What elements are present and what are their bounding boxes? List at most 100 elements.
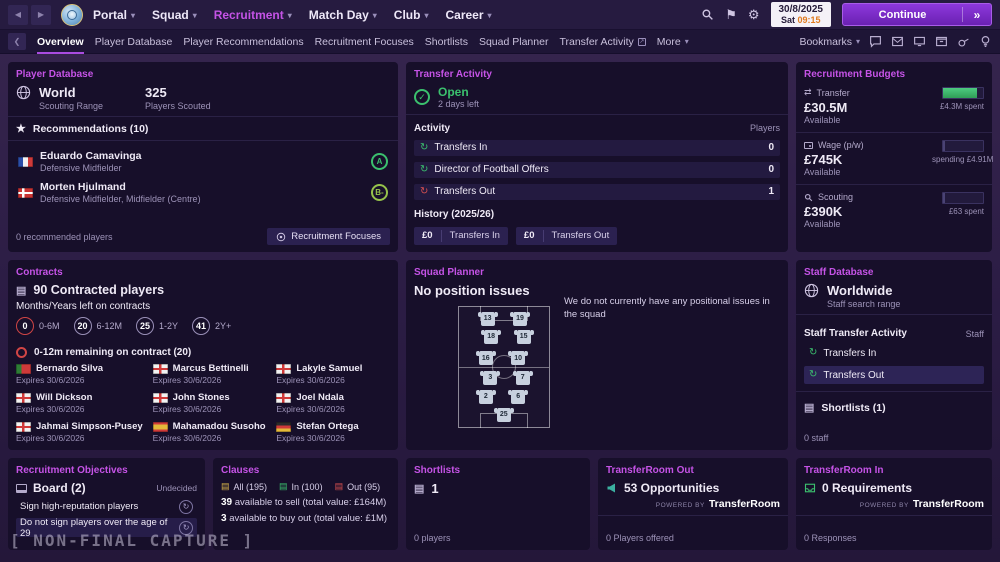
transferroom-logo: POWERED BY TransferRoom — [804, 498, 984, 510]
menu-match-day[interactable]: Match Day▾ — [309, 8, 377, 22]
staff-transfers-out-row[interactable]: ↻ Transfers Out — [804, 366, 984, 384]
search-icon[interactable] — [701, 8, 714, 21]
chat-icon[interactable] — [869, 35, 882, 48]
transfers-out-row[interactable]: ↻ Transfers Out 1 — [414, 184, 780, 200]
squad-shirt[interactable]: 16 — [479, 351, 493, 365]
archive-icon[interactable] — [935, 35, 948, 48]
opportunities-count[interactable]: 53 Opportunities — [624, 481, 719, 495]
menu-portal[interactable]: Portal▾ — [93, 8, 135, 22]
squad-shirt[interactable]: 25 — [497, 408, 511, 422]
squad-shirt[interactable]: 19 — [513, 312, 527, 326]
bucket-2y-plus[interactable]: 412Y+ — [192, 317, 231, 335]
squad-shirt[interactable]: 10 — [511, 351, 525, 365]
continue-button[interactable]: Continue » — [842, 3, 992, 26]
subnav-back-button[interactable]: ❮ — [8, 33, 26, 50]
budget-note: spending £4.91M — [932, 155, 984, 164]
history-forward-button[interactable]: ▶ — [31, 5, 51, 25]
chevron-down-icon: ▾ — [373, 11, 377, 20]
transfer-budget-section[interactable]: ⇄Transfer £30.5M Available £4.3M spent — [804, 85, 984, 127]
squad-shirt[interactable]: 3 — [483, 371, 497, 385]
menu-squad[interactable]: Squad▾ — [152, 8, 197, 22]
squad-shirt[interactable]: 6 — [511, 390, 525, 404]
shortlist-count[interactable]: 1 — [431, 481, 438, 496]
tab-overview[interactable]: Overview — [37, 30, 84, 54]
scope-value: World — [39, 85, 103, 100]
contract-player[interactable]: Will DicksonExpires 30/6/2026 — [16, 392, 143, 414]
tab-shortlists[interactable]: Shortlists — [425, 30, 468, 54]
squad-shirt[interactable]: 2 — [479, 390, 493, 404]
board-icon — [16, 484, 27, 493]
clauses-card: Clauses ▤All (195) ▤In (100) ▤Out (95) 3… — [213, 458, 398, 550]
flag-report-icon[interactable]: ⚑ — [725, 8, 737, 21]
shortlists-card: Shortlists ▤ 1 0 players — [406, 458, 590, 550]
players-offered: 0 Players offered — [606, 533, 780, 543]
squad-shirt[interactable]: 13 — [481, 312, 495, 326]
contract-player[interactable]: Mahamadou SusohoExpires 30/6/2026 — [153, 421, 267, 443]
staff-transfers-in-row[interactable]: ↻ Transfers In — [804, 344, 984, 362]
mail-icon[interactable] — [891, 35, 904, 48]
clauses-out-filter[interactable]: ▤Out (95) — [335, 481, 381, 492]
tab-player-recommendations[interactable]: Player Recommendations — [183, 30, 303, 54]
clauses-in-filter[interactable]: ▤In (100) — [279, 481, 323, 492]
bucket-0-6m[interactable]: 00-6M — [16, 317, 60, 335]
bookmarks-menu[interactable]: Bookmarks▾ — [799, 30, 860, 54]
tab-transfer-activity[interactable]: Transfer Activity↗ — [559, 30, 645, 54]
staff-search-range[interactable]: Worldwide Staff search range — [827, 283, 900, 309]
history-transfers-in-button[interactable]: £0 Transfers In — [414, 227, 508, 245]
contracts-card: Contracts ▤ 90 Contracted players Months… — [8, 260, 398, 450]
objective-row[interactable]: Sign high-reputation players ↻ — [16, 497, 197, 516]
nation-flag-icon — [16, 364, 31, 374]
refresh-icon[interactable]: ↻ — [179, 500, 193, 514]
tab-recruitment-focuses[interactable]: Recruitment Focuses — [315, 30, 414, 54]
transfer-out-icon: ↻ — [420, 187, 428, 197]
game-date[interactable]: 30/8/2025 Sat 09:15 — [771, 2, 832, 28]
chip-label: Out (95) — [347, 482, 380, 492]
recommended-player-row[interactable]: Morten Hjulmand Defensive Midfielder, Mi… — [16, 177, 390, 208]
squad-shirt[interactable]: 18 — [484, 330, 498, 344]
clauses-all-filter[interactable]: ▤All (195) — [221, 481, 267, 492]
contract-player[interactable]: Lakyle SamuelExpires 30/6/2026 — [276, 363, 390, 385]
contract-player[interactable]: Stefan OrtegaExpires 30/6/2026 — [276, 421, 390, 443]
contract-player[interactable]: Joel NdalaExpires 30/6/2026 — [276, 392, 390, 414]
recommended-player-row[interactable]: Eduardo Camavinga Defensive Midfielder A — [16, 146, 390, 177]
recruitment-focuses-button[interactable]: Recruitment Focuses — [267, 228, 390, 245]
tab-squad-planner[interactable]: Squad Planner — [479, 30, 548, 54]
contracts-sub-header: Months/Years left on contracts — [16, 301, 390, 312]
gear-icon[interactable]: ⚙ — [748, 8, 760, 21]
scouting-budget-section[interactable]: Scouting £390K Available £63 spent — [804, 190, 984, 231]
menu-recruitment[interactable]: Recruitment▾ — [214, 8, 292, 22]
scouting-range[interactable]: World Scouting Range — [39, 85, 103, 111]
chevron-down-icon: ▾ — [488, 11, 492, 20]
contract-player[interactable]: Jahmai Simpson-PuseyExpires 30/6/2026 — [16, 421, 143, 443]
contract-player[interactable]: Bernardo SilvaExpires 30/6/2026 — [16, 363, 143, 385]
staff-activity-header: Staff Transfer Activity — [804, 328, 907, 339]
window-status-sub: 2 days left — [438, 99, 479, 109]
tab-player-database[interactable]: Player Database — [95, 30, 173, 54]
history-transfers-out-button[interactable]: £0 Transfers Out — [516, 227, 617, 245]
tab-more[interactable]: More▾ — [657, 30, 689, 54]
squad-shirt[interactable]: 7 — [516, 371, 530, 385]
contract-player[interactable]: Marcus BettinelliExpires 30/6/2026 — [153, 363, 267, 385]
menu-career[interactable]: Career▾ — [445, 8, 491, 22]
bulb-icon[interactable] — [979, 35, 992, 48]
history-back-button[interactable]: ◀ — [8, 5, 28, 25]
dof-offers-row[interactable]: ↻ Director of Football Offers 0 — [414, 162, 780, 178]
refresh-icon[interactable]: ↻ — [179, 521, 193, 535]
contract-player[interactable]: John StonesExpires 30/6/2026 — [153, 392, 267, 414]
wage-budget-section[interactable]: Wage (p/w) £745K Available spending £4.9… — [804, 138, 984, 179]
monitor-icon[interactable] — [913, 35, 926, 48]
card-title: TransferRoom Out — [606, 465, 780, 476]
transfers-in-row[interactable]: ↻ Transfers In 0 — [414, 140, 780, 156]
requirements-count[interactable]: 0 Requirements — [822, 481, 912, 495]
objective-row[interactable]: Do not sign players over the age of 29 ↻ — [16, 518, 197, 537]
menu-club[interactable]: Club▾ — [394, 8, 429, 22]
whistle-icon[interactable] — [957, 35, 970, 48]
double-chevron-icon: » — [963, 8, 991, 22]
staff-shortlists[interactable]: Shortlists (1) — [821, 402, 885, 414]
buyout-count: 3 — [221, 513, 227, 524]
club-badge[interactable] — [61, 4, 83, 26]
bucket-1-2y[interactable]: 251-2Y — [136, 317, 178, 335]
squad-shirt[interactable]: 15 — [517, 330, 531, 344]
budget-sub: Available — [804, 219, 932, 229]
bucket-6-12m[interactable]: 206-12M — [74, 317, 123, 335]
